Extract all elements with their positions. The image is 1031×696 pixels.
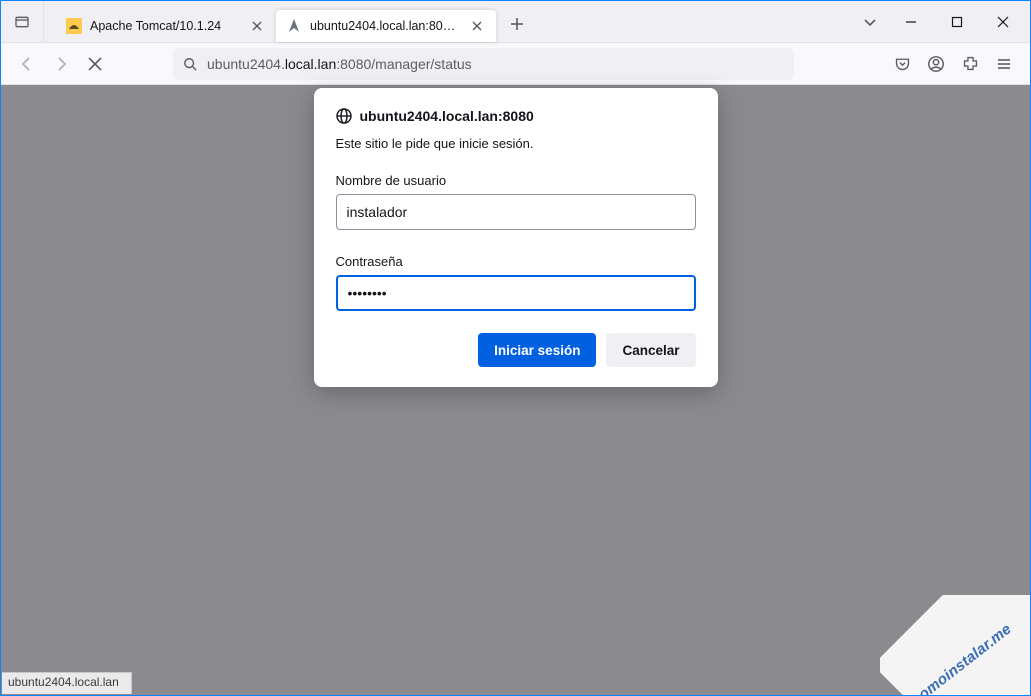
close-icon[interactable] bbox=[468, 17, 486, 35]
close-button[interactable] bbox=[980, 1, 1026, 43]
new-tab-button[interactable] bbox=[502, 9, 532, 39]
extensions-button[interactable] bbox=[954, 48, 986, 80]
password-label: Contraseña bbox=[336, 254, 696, 269]
minimize-button[interactable] bbox=[888, 1, 934, 43]
password-input[interactable] bbox=[336, 275, 696, 311]
pocket-button[interactable] bbox=[886, 48, 918, 80]
watermark: comoinstalar.me bbox=[880, 595, 1030, 695]
tab-tomcat[interactable]: Apache Tomcat/10.1.24 bbox=[56, 10, 276, 42]
tab-title: Apache Tomcat/10.1.24 bbox=[90, 19, 240, 33]
tab-manager-status[interactable]: ubuntu2404.local.lan:8080/manager/status bbox=[276, 10, 496, 42]
account-button[interactable] bbox=[920, 48, 952, 80]
window-controls bbox=[888, 1, 1030, 42]
globe-icon bbox=[336, 108, 352, 124]
titlebar: Apache Tomcat/10.1.24 ubuntu2404.local.l… bbox=[1, 1, 1030, 43]
status-bar: ubuntu2404.local.lan bbox=[2, 672, 132, 694]
recent-tabs-button[interactable] bbox=[1, 1, 44, 42]
forward-button[interactable] bbox=[45, 48, 77, 80]
search-icon bbox=[183, 57, 197, 71]
loading-favicon bbox=[286, 18, 302, 34]
tomcat-favicon bbox=[66, 18, 82, 34]
tab-strip: Apache Tomcat/10.1.24 ubuntu2404.local.l… bbox=[44, 1, 852, 42]
maximize-button[interactable] bbox=[934, 1, 980, 43]
url-bar[interactable]: ubuntu2404.local.lan:8080/manager/status bbox=[173, 48, 794, 80]
username-label: Nombre de usuario bbox=[336, 173, 696, 188]
auth-dialog: ubuntu2404.local.lan:8080 Este sitio le … bbox=[314, 88, 718, 387]
page-content: ubuntu2404.local.lan:8080 Este sitio le … bbox=[1, 85, 1030, 695]
cancel-button[interactable]: Cancelar bbox=[606, 333, 695, 367]
dialog-site: ubuntu2404.local.lan:8080 bbox=[360, 108, 534, 124]
dialog-message: Este sitio le pide que inicie sesión. bbox=[336, 136, 696, 151]
stop-button[interactable] bbox=[79, 48, 111, 80]
back-button[interactable] bbox=[11, 48, 43, 80]
username-input[interactable] bbox=[336, 194, 696, 230]
tab-overflow-button[interactable] bbox=[852, 1, 888, 42]
tab-title: ubuntu2404.local.lan:8080/manager/status bbox=[310, 19, 460, 33]
close-icon[interactable] bbox=[248, 17, 266, 35]
url-text: ubuntu2404.local.lan:8080/manager/status bbox=[207, 56, 472, 72]
toolbar: ubuntu2404.local.lan:8080/manager/status bbox=[1, 43, 1030, 85]
menu-button[interactable] bbox=[988, 48, 1020, 80]
signin-button[interactable]: Iniciar sesión bbox=[478, 333, 596, 367]
